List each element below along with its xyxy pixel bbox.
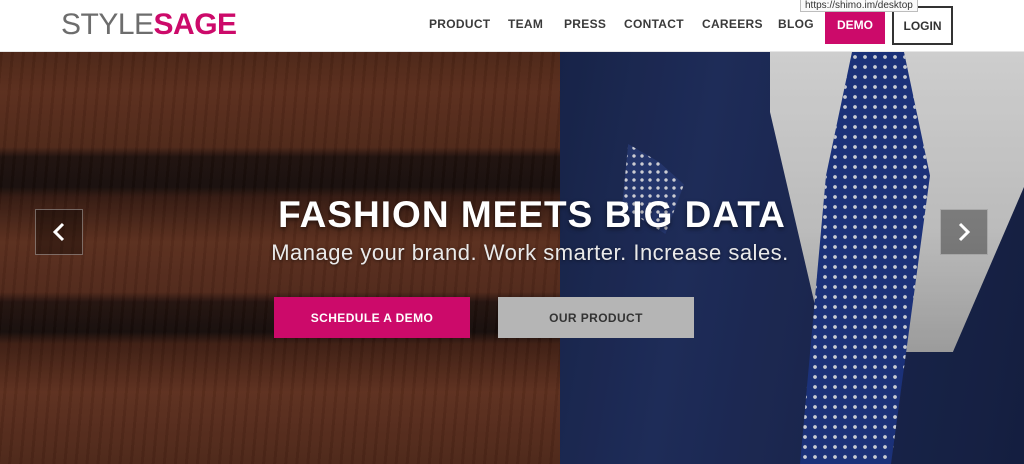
- carousel-next-button[interactable]: [940, 209, 988, 255]
- schedule-demo-button[interactable]: SCHEDULE A DEMO: [274, 297, 470, 338]
- url-tooltip: https://shimo.im/desktop: [800, 0, 918, 12]
- nav-blog[interactable]: BLOG: [778, 17, 814, 31]
- chevron-left-icon: [52, 222, 65, 242]
- nav-careers[interactable]: CAREERS: [702, 17, 763, 31]
- hero-banner: FASHION MEETS BIG DATA Manage your brand…: [0, 52, 1024, 464]
- nav-press[interactable]: PRESS: [564, 17, 606, 31]
- hero-subtitle: Manage your brand. Work smarter. Increas…: [271, 240, 789, 265]
- nav-contact[interactable]: CONTACT: [624, 17, 684, 31]
- logo-part-sage: SAGE: [153, 8, 238, 41]
- nav-team[interactable]: TEAM: [508, 17, 543, 31]
- our-product-button[interactable]: OUR PRODUCT: [498, 297, 694, 338]
- carousel-prev-button[interactable]: [35, 209, 83, 255]
- chevron-right-icon: [958, 222, 971, 242]
- nav-product[interactable]: PRODUCT: [429, 17, 490, 31]
- stylesage-logo[interactable]: STYLESAGE: [61, 10, 237, 40]
- logo-part-style: STYLE: [61, 8, 154, 41]
- hero-title: FASHION MEETS BIG DATA: [278, 194, 786, 235]
